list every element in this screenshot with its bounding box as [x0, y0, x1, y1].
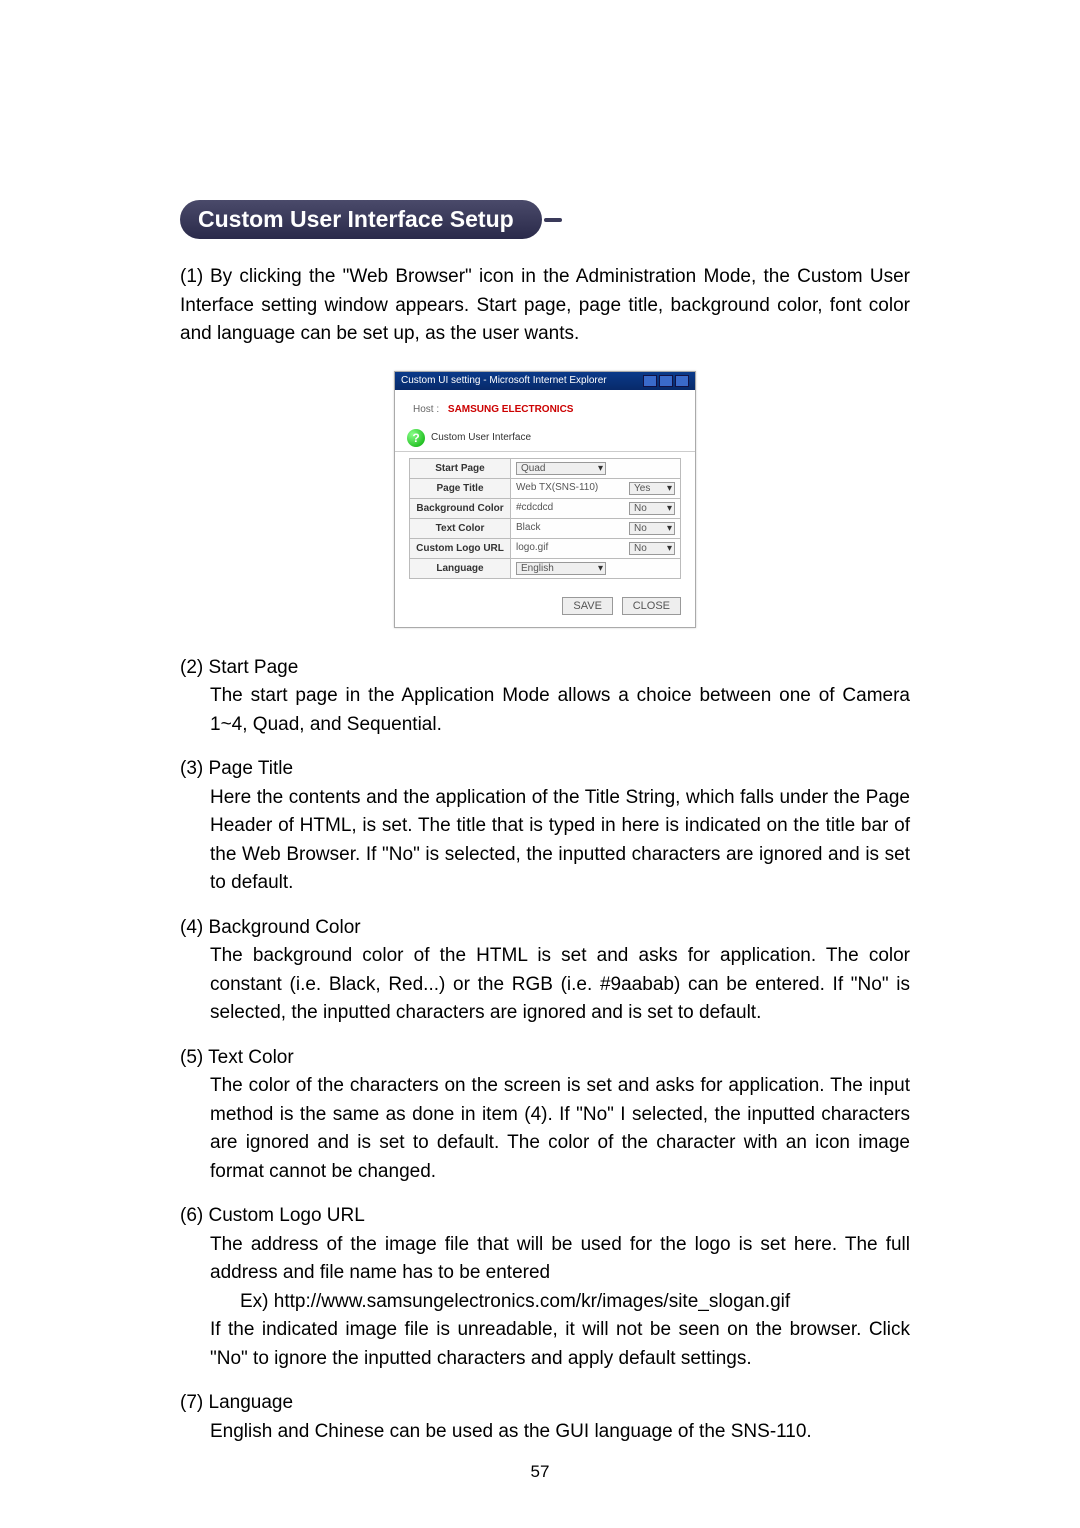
- row-label: Page Title: [410, 478, 511, 498]
- item-body: The background color of the HTML is set …: [210, 942, 910, 1028]
- screenshot-window: Custom UI setting - Microsoft Internet E…: [394, 371, 696, 628]
- settings-table: Start Page Quad Page Title Web TX(SNS-11…: [409, 458, 681, 579]
- item-title: Text Color: [208, 1047, 294, 1068]
- item-body: The start page in the Application Mode a…: [210, 682, 910, 739]
- start-page-select[interactable]: Quad: [516, 462, 606, 475]
- item-title: Custom Logo URL: [209, 1205, 365, 1226]
- item-title: Background Color: [209, 917, 361, 938]
- section-heading: Custom User Interface Setup: [180, 200, 542, 239]
- page-title-input[interactable]: Web TX(SNS-110): [516, 482, 598, 493]
- item-num: (6): [180, 1202, 203, 1231]
- save-button[interactable]: SAVE: [562, 597, 613, 615]
- row-label: Background Color: [410, 498, 511, 518]
- list-item: (6) Custom Logo URL The address of the i…: [180, 1202, 910, 1373]
- intro-paragraph: (1)By clicking the "Web Browser" icon in…: [180, 263, 910, 349]
- item-title: Page Title: [209, 758, 294, 779]
- bg-color-input[interactable]: #cdcdcd: [516, 502, 553, 513]
- host-label: Host :: [413, 404, 439, 415]
- question-icon: ?: [407, 429, 425, 447]
- row-label: Custom Logo URL: [410, 538, 511, 558]
- item-title: Start Page: [209, 657, 299, 678]
- item-body2: If the indicated image file is unreadabl…: [210, 1316, 910, 1373]
- item-num: (2): [180, 654, 203, 683]
- page-number: 57: [0, 1462, 1080, 1482]
- item-body: Here the contents and the application of…: [210, 784, 910, 898]
- item-title: Language: [209, 1392, 294, 1413]
- item-body: The color of the characters on the scree…: [210, 1072, 910, 1186]
- row-label: Text Color: [410, 518, 511, 538]
- close-icon[interactable]: [675, 375, 689, 387]
- list-item: (4) Background Color The background colo…: [180, 914, 910, 1028]
- window-title: Custom UI setting - Microsoft Internet E…: [401, 375, 607, 386]
- language-select[interactable]: English: [516, 562, 606, 575]
- page-title-opt[interactable]: Yes: [629, 482, 675, 495]
- logo-url-opt[interactable]: No: [629, 542, 675, 555]
- figure-section-title: Custom User Interface: [431, 432, 531, 443]
- intro-num: (1): [180, 263, 210, 292]
- item-example: Ex) http://www.samsungelectronics.com/kr…: [210, 1288, 910, 1317]
- close-button[interactable]: CLOSE: [622, 597, 681, 615]
- item-num: (7): [180, 1389, 203, 1418]
- item-num: (4): [180, 914, 203, 943]
- row-label: Language: [410, 558, 511, 578]
- text-color-input[interactable]: Black: [516, 522, 540, 533]
- item-body: The address of the image file that will …: [210, 1231, 910, 1288]
- item-body: English and Chinese can be used as the G…: [210, 1418, 910, 1447]
- list-item: (3) Page Title Here the contents and the…: [180, 755, 910, 898]
- intro-text: By clicking the "Web Browser" icon in th…: [180, 266, 910, 344]
- bg-color-opt[interactable]: No: [629, 502, 675, 515]
- item-num: (5): [180, 1044, 203, 1073]
- min-icon[interactable]: [643, 375, 657, 387]
- item-num: (3): [180, 755, 203, 784]
- logo-url-input[interactable]: logo.gif: [516, 542, 548, 553]
- list-item: (2) Start Page The start page in the App…: [180, 654, 910, 740]
- max-icon[interactable]: [659, 375, 673, 387]
- brand-logo: SAMSUNG ELECTRONICS: [448, 404, 574, 415]
- row-label: Start Page: [410, 458, 511, 478]
- list-item: (7) Language English and Chinese can be …: [180, 1389, 910, 1446]
- text-color-opt[interactable]: No: [629, 522, 675, 535]
- list-item: (5) Text Color The color of the characte…: [180, 1044, 910, 1187]
